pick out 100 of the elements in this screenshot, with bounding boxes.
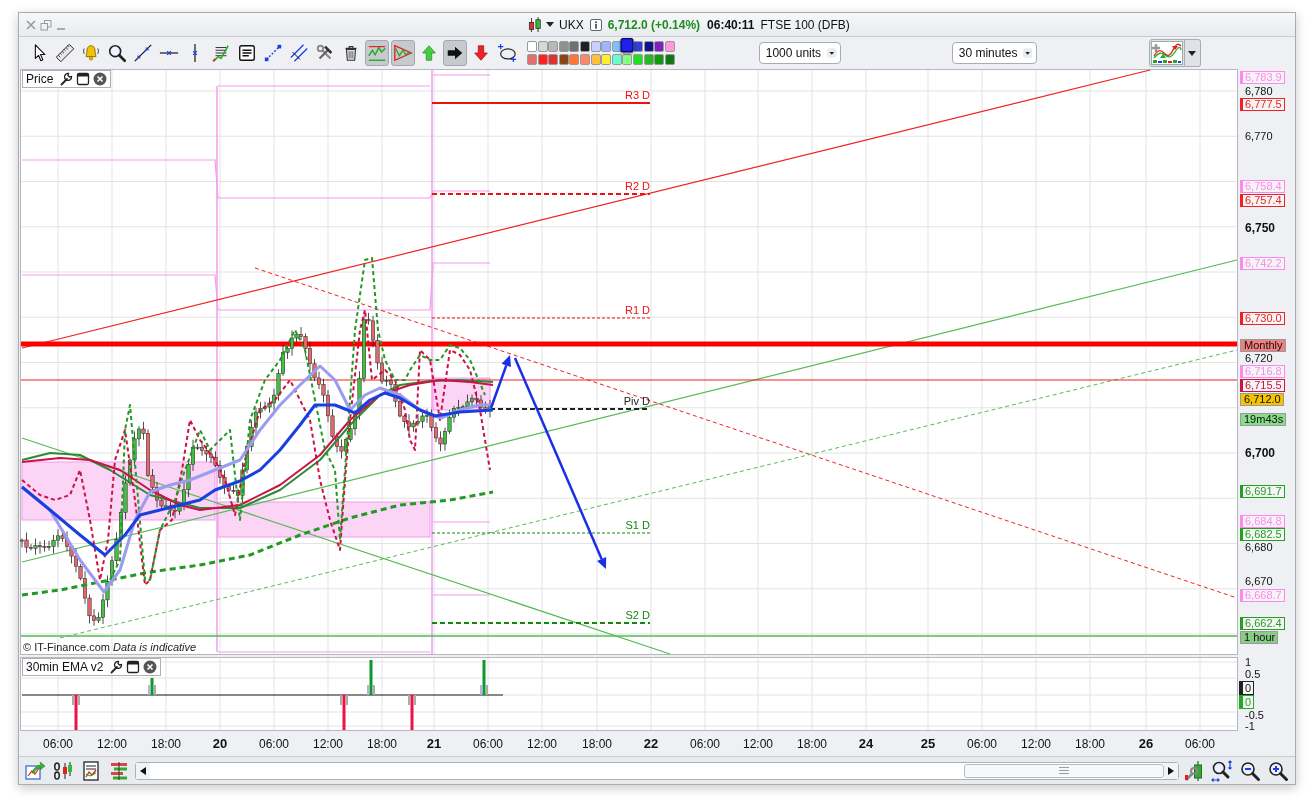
axis-tag: 0: [1239, 681, 1255, 695]
time-axis-label: 12:00: [1021, 737, 1051, 751]
axis-tag: 6,716.8: [1240, 365, 1285, 378]
palette-swatch[interactable]: [548, 41, 559, 52]
axis-tag: 6,783.9: [1240, 71, 1285, 84]
bars-list-icon[interactable]: [108, 759, 130, 782]
axis-tick-label: 6,700: [1245, 447, 1276, 459]
chart-lines-icon: [211, 43, 231, 63]
palette-swatch[interactable]: [548, 54, 559, 65]
palette-swatch[interactable]: [579, 41, 590, 52]
palette-swatch[interactable]: [664, 41, 675, 52]
palette-swatch[interactable]: [632, 54, 643, 65]
palette-swatch[interactable]: [537, 54, 548, 65]
axis-tag: 6,758.4: [1240, 180, 1285, 193]
palette-swatch[interactable]: [643, 54, 654, 65]
signal-bar: [367, 660, 375, 695]
caret-icon: [1188, 50, 1197, 56]
axis-tag: 6,757.4: [1240, 194, 1285, 207]
time-axis-label: 06:00: [690, 737, 720, 751]
triangle-tool[interactable]: [391, 40, 415, 66]
palette-swatch[interactable]: [579, 54, 590, 65]
linked-candles-icon[interactable]: [52, 759, 74, 782]
chart-settings-icon[interactable]: [1183, 759, 1205, 782]
info-icon[interactable]: [589, 18, 602, 31]
palette-swatch[interactable]: [558, 54, 569, 65]
grip-icon: [1059, 767, 1069, 774]
palette-swatch[interactable]: [590, 41, 601, 52]
scroll-thumb[interactable]: [964, 763, 1164, 778]
scrollbar-track[interactable]: [135, 761, 1179, 780]
data-attribution: © IT-Finance.com Data is indicative: [23, 641, 197, 653]
axis-tag: 6,691.7: [1240, 485, 1285, 498]
magnifier-icon: [107, 43, 127, 63]
date-axis-label: 24: [858, 737, 874, 751]
triangle-pattern-icon: [393, 43, 413, 63]
time-axis-label: 06:00: [967, 737, 997, 751]
palette-swatch[interactable]: [611, 41, 622, 52]
signal-bar: [72, 695, 80, 730]
date-axis-label: 21: [426, 737, 442, 751]
close-icon[interactable]: [93, 72, 108, 86]
axis-tick-label: 6,780: [1245, 85, 1273, 97]
palette-swatch[interactable]: [654, 54, 665, 65]
close-icon[interactable]: [143, 660, 158, 674]
caret-icon: [827, 46, 837, 60]
parallel-lines-icon: [289, 43, 309, 63]
time-axis-label: 18:00: [367, 737, 397, 751]
wrench-icon[interactable]: [59, 72, 74, 86]
time-axis-label: 12:00: [313, 737, 343, 751]
time-axis-label: 12:00: [527, 737, 557, 751]
palette-swatch[interactable]: [622, 54, 633, 65]
axis-tick-label: 0.5: [1245, 669, 1261, 680]
zoom-in-icon[interactable]: [1267, 759, 1289, 782]
arrow-tool[interactable]: [443, 40, 467, 66]
time-axis-label: 18:00: [582, 737, 612, 751]
caret-icon: [1023, 46, 1033, 60]
restore-icon[interactable]: [40, 18, 52, 31]
time-axis-label: 12:00: [97, 737, 127, 751]
signal-bar: [480, 660, 488, 695]
chart-export-icon[interactable]: [24, 759, 46, 782]
palette-swatch[interactable]: [654, 41, 665, 52]
time-axis-label: 18:00: [1075, 737, 1105, 751]
palette-swatch[interactable]: [569, 41, 580, 52]
palette-swatch[interactable]: [601, 41, 612, 52]
axis-tag: 6,742.2: [1240, 257, 1285, 270]
candlestick-icon[interactable]: [528, 15, 542, 34]
axis-tick-label: 6,680: [1245, 541, 1273, 553]
palette-swatch[interactable]: [643, 41, 654, 52]
axis-tag: 6,682.5: [1240, 528, 1285, 541]
palette-swatch[interactable]: [569, 54, 580, 65]
quantity-dropdown[interactable]: 1000 units: [758, 42, 841, 64]
palette-swatch[interactable]: [620, 38, 634, 53]
interval-dropdown[interactable]: 30 minutes: [951, 42, 1037, 64]
time-axis-label: 12:00: [743, 737, 773, 751]
caret-icon[interactable]: [546, 22, 554, 27]
window-icon[interactable]: [126, 660, 141, 674]
palette-swatch[interactable]: [632, 41, 643, 52]
palette-swatch[interactable]: [558, 41, 569, 52]
palette-swatch[interactable]: [537, 41, 548, 52]
palette-swatch[interactable]: [527, 41, 537, 52]
report-icon[interactable]: [80, 759, 102, 782]
axis-tag: 6,715.5: [1240, 379, 1285, 392]
previous-pivot-line: [432, 521, 491, 523]
dotted-line-icon: [263, 43, 283, 63]
palette-swatch[interactable]: [527, 54, 537, 65]
palette-swatch[interactable]: [611, 54, 622, 65]
axis-tag: 6,662.4: [1240, 617, 1285, 630]
palette-swatch[interactable]: [590, 54, 601, 65]
axis-tick-label: 6,670: [1245, 575, 1273, 587]
zoom-out-icon[interactable]: [1239, 759, 1261, 782]
time-axis-label: 18:00: [151, 737, 181, 751]
pivot-label: S1 D: [625, 519, 650, 531]
scroll-right-button[interactable]: [1164, 762, 1178, 779]
pivot-label: R1 D: [624, 304, 650, 316]
window-icon[interactable]: [76, 72, 91, 86]
wrench-icon[interactable]: [109, 660, 124, 674]
scroll-left-button[interactable]: [136, 762, 150, 779]
add-indicator-button[interactable]: [1148, 39, 1185, 67]
zoom-fit-icon[interactable]: [1211, 759, 1233, 782]
palette-swatch[interactable]: [664, 54, 675, 65]
palette-swatch[interactable]: [601, 54, 612, 65]
ellipse-icon: [497, 43, 517, 63]
